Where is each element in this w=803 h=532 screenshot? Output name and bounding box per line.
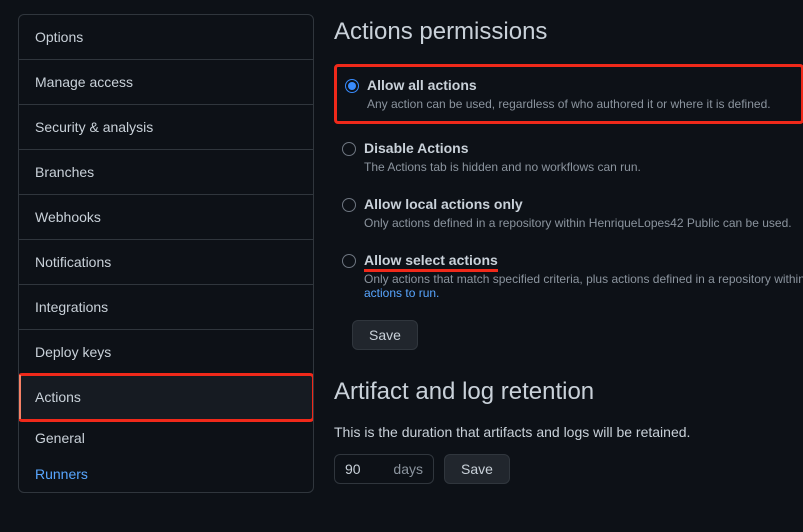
radio-label-disable: Disable Actions	[364, 140, 641, 156]
radio-local-only[interactable]: Allow local actions only Only actions de…	[334, 188, 803, 238]
radio-label-allow-all: Allow all actions	[367, 77, 771, 93]
radio-disable[interactable]: Disable Actions The Actions tab is hidde…	[334, 132, 803, 182]
radio-desc-local-only: Only actions defined in a repository wit…	[364, 216, 792, 230]
select-actions-link[interactable]: actions to run.	[364, 286, 439, 300]
retention-days-input[interactable]	[345, 461, 381, 477]
artifact-title: Artifact and log retention	[334, 378, 803, 406]
sidebar-sub-runners[interactable]: Runners	[19, 456, 313, 492]
permissions-radio-group: Allow all actions Any action can be used…	[334, 64, 803, 308]
radio-desc-allow-all: Any action can be used, regardless of wh…	[367, 97, 771, 111]
sidebar-item-notifications[interactable]: Notifications	[19, 240, 313, 285]
retention-input-wrapper: days	[334, 454, 434, 484]
retention-days-suffix: days	[393, 461, 423, 477]
permissions-title: Actions permissions	[334, 18, 803, 46]
radio-icon[interactable]	[342, 198, 356, 212]
sidebar-item-manage-access[interactable]: Manage access	[19, 60, 313, 105]
radio-icon[interactable]	[342, 142, 356, 156]
radio-desc-select-actions: Only actions that match specified criter…	[364, 272, 803, 300]
artifact-desc: This is the duration that artifacts and …	[334, 424, 803, 440]
radio-select-actions[interactable]: Allow select actions Only actions that m…	[334, 244, 803, 308]
sidebar-item-deploy-keys[interactable]: Deploy keys	[19, 330, 313, 375]
settings-sidebar: Options Manage access Security & analysi…	[18, 14, 314, 493]
sidebar-item-security-analysis[interactable]: Security & analysis	[19, 105, 313, 150]
radio-label-local-only: Allow local actions only	[364, 196, 792, 212]
radio-label-select-actions: Allow select actions	[364, 252, 803, 268]
radio-icon[interactable]	[345, 79, 359, 93]
artifact-save-button[interactable]: Save	[444, 454, 510, 484]
sidebar-item-options[interactable]: Options	[19, 15, 313, 60]
sidebar-item-integrations[interactable]: Integrations	[19, 285, 313, 330]
sidebar-sub-general[interactable]: General	[19, 420, 313, 456]
radio-desc-disable: The Actions tab is hidden and no workflo…	[364, 160, 641, 174]
permissions-save-button[interactable]: Save	[352, 320, 418, 350]
sidebar-item-webhooks[interactable]: Webhooks	[19, 195, 313, 240]
sidebar-item-actions[interactable]: Actions	[19, 375, 313, 420]
radio-icon[interactable]	[342, 254, 356, 268]
artifact-section: Artifact and log retention This is the d…	[334, 378, 803, 484]
main-content: Actions permissions Allow all actions An…	[314, 0, 803, 532]
radio-allow-all[interactable]: Allow all actions Any action can be used…	[334, 64, 803, 124]
sidebar-item-branches[interactable]: Branches	[19, 150, 313, 195]
